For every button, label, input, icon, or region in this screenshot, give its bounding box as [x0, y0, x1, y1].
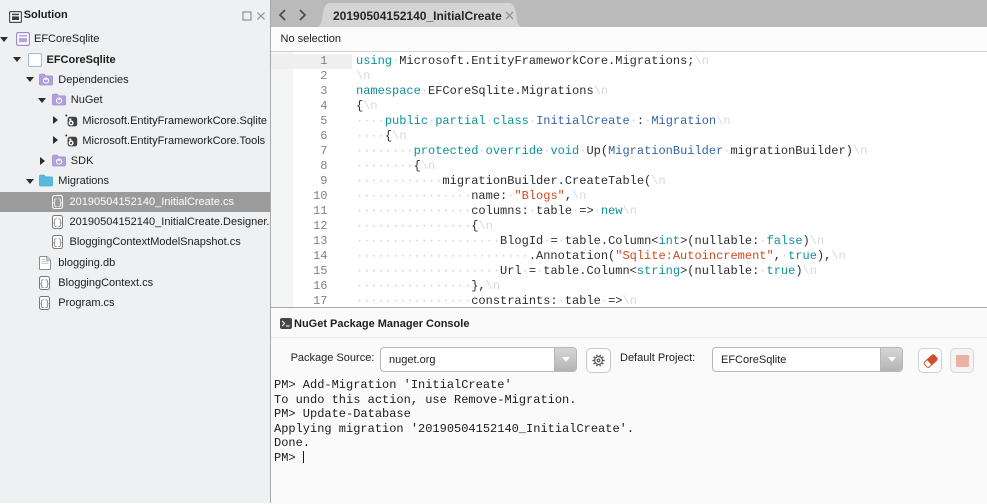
svg-text:{}: {} [52, 198, 63, 208]
svg-text:{}: {} [52, 238, 63, 248]
svg-text:{}: {} [39, 299, 50, 309]
svg-text:{}: {} [52, 218, 63, 228]
svg-text:{}: {} [39, 279, 50, 289]
